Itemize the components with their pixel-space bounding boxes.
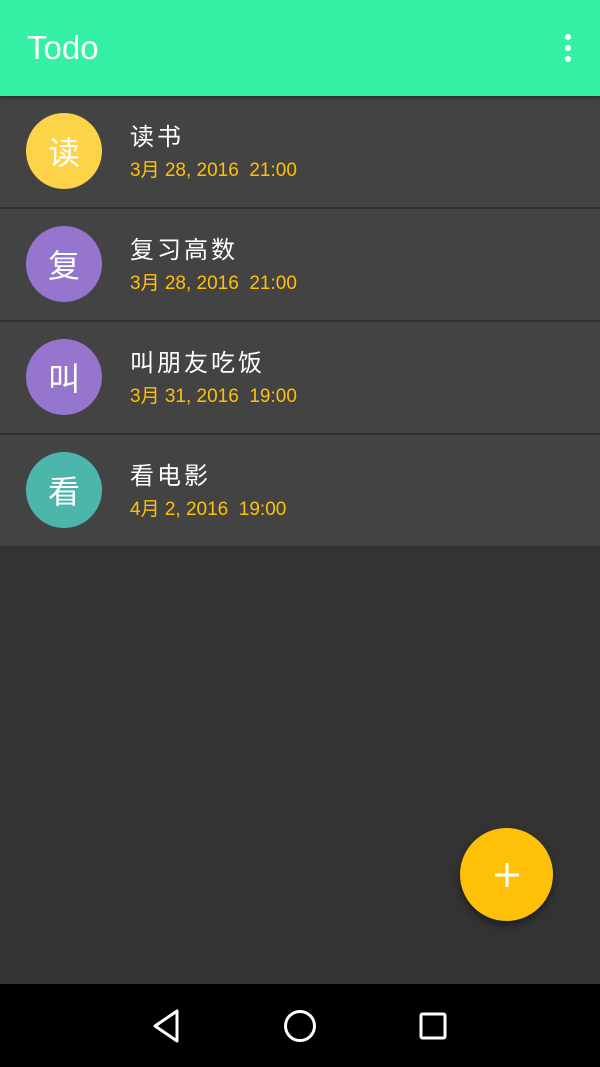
- todo-avatar: 叫: [26, 339, 102, 415]
- todo-avatar: 看: [26, 452, 102, 528]
- system-nav-bar: [0, 984, 600, 1067]
- nav-home-button[interactable]: [278, 1004, 322, 1048]
- todo-date: 4月 2, 2016 19:00: [130, 499, 287, 520]
- nav-recents-button[interactable]: [411, 1004, 455, 1048]
- plus-icon: [494, 862, 519, 887]
- todo-title: 读书: [130, 123, 184, 151]
- back-triangle-icon: [153, 1009, 179, 1043]
- todo-title: 看电影: [130, 462, 211, 490]
- app-title: Todo: [27, 29, 99, 66]
- todo-item[interactable]: 看 看电影 4月 2, 2016 19:00: [0, 435, 600, 546]
- todo-date: 3月 28, 2016 21:00: [130, 160, 297, 181]
- todo-date: 3月 28, 2016 21:00: [130, 273, 297, 294]
- todo-list: 读 读书 3月 28, 2016 21:00 复 复习高数 3月 28, 201…: [0, 96, 600, 546]
- overflow-menu-button[interactable]: [556, 28, 580, 68]
- todo-title: 复习高数: [130, 236, 238, 264]
- todo-item[interactable]: 复 复习高数 3月 28, 2016 21:00: [0, 209, 600, 322]
- todo-title: 叫朋友吃饭: [130, 349, 265, 377]
- nav-back-button[interactable]: [145, 1004, 189, 1048]
- todo-avatar: 复: [26, 226, 102, 302]
- add-todo-button[interactable]: [460, 828, 553, 921]
- recents-square-icon: [419, 1012, 447, 1040]
- home-circle-icon: [284, 1010, 316, 1042]
- more-vert-icon-dot: [565, 56, 571, 62]
- more-vert-icon: [565, 34, 571, 40]
- todo-app: Todo 读 读书 3月 28, 2016 21:00 复 复习高数 3月 28…: [0, 0, 600, 1067]
- todo-item[interactable]: 读 读书 3月 28, 2016 21:00: [0, 96, 600, 209]
- todo-item[interactable]: 叫 叫朋友吃饭 3月 31, 2016 19:00: [0, 322, 600, 435]
- todo-avatar: 读: [26, 113, 102, 189]
- todo-date: 3月 31, 2016 19:00: [130, 386, 297, 407]
- app-bar: Todo: [0, 0, 600, 96]
- more-vert-icon-dot: [565, 45, 571, 51]
